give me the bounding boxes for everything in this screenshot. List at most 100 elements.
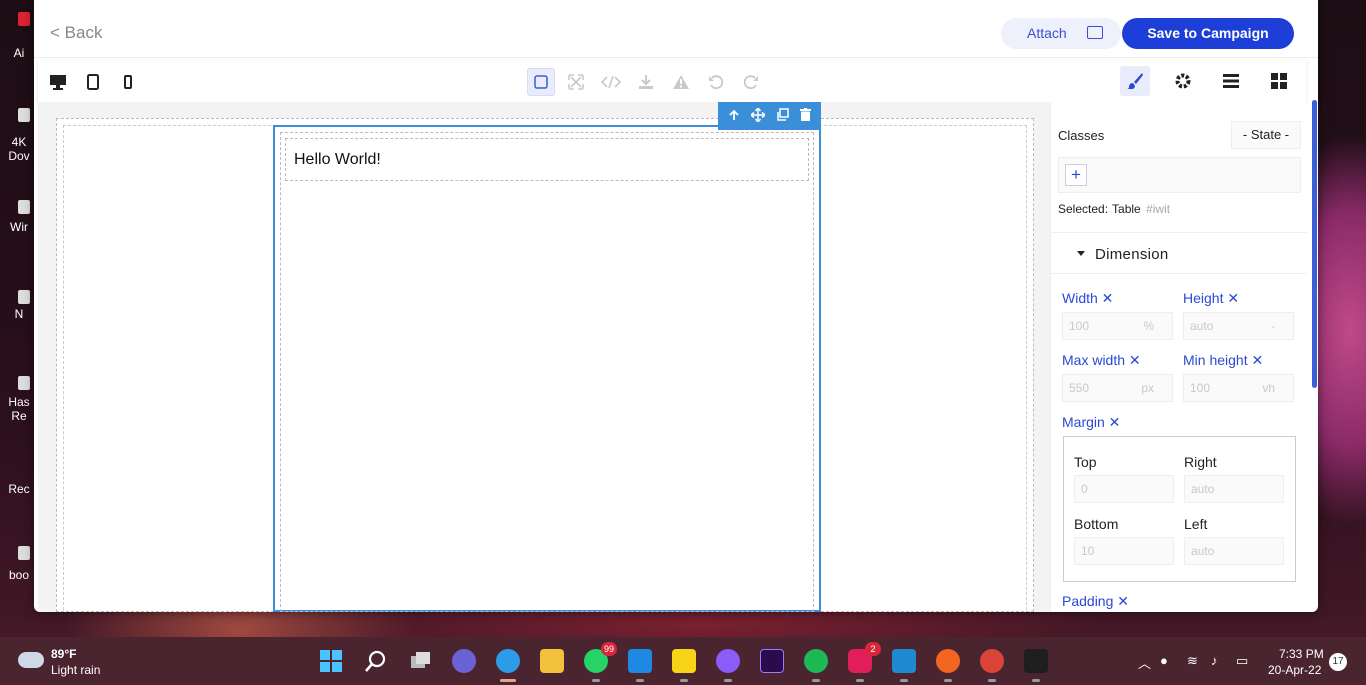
back-link[interactable]: < Back [50, 23, 102, 43]
margin-bottom-label: Bottom [1074, 516, 1119, 532]
postman-icon[interactable] [936, 649, 960, 682]
height-unit[interactable]: - [1271, 313, 1275, 339]
search-icon[interactable] [364, 649, 388, 673]
clock-time[interactable]: 7:33 PM [1279, 647, 1324, 661]
min-height-unit[interactable]: vh [1262, 375, 1275, 401]
sticky-notes-icon[interactable] [672, 649, 696, 682]
whatsapp-icon[interactable]: 99 [584, 642, 617, 682]
desktop-icon-label[interactable]: N [4, 307, 34, 321]
file-explorer-icon[interactable] [540, 649, 564, 673]
classes-container: + [1058, 157, 1301, 193]
margin-bottom-input[interactable]: 10 [1074, 537, 1174, 565]
margin-left-label: Left [1184, 516, 1208, 532]
move-icon[interactable] [750, 107, 766, 125]
clock-date[interactable]: 20-Apr-22 [1268, 663, 1321, 677]
margin-top-input[interactable]: 0 [1074, 475, 1174, 503]
margin-left-input[interactable]: auto [1184, 537, 1284, 565]
max-width-value: 550 [1069, 381, 1090, 395]
github-icon[interactable] [716, 649, 740, 682]
undo-icon[interactable] [702, 68, 730, 96]
editor-canvas[interactable]: Hello World! [38, 102, 1050, 612]
attach-label: Attach [1027, 25, 1067, 41]
wifi-icon[interactable]: ≋ [1187, 653, 1198, 669]
download-icon[interactable] [632, 68, 660, 96]
margin-right-input[interactable]: auto [1184, 475, 1284, 503]
table-cell[interactable] [280, 132, 814, 612]
margin-box: Top 0 Right auto Bottom 10 Left auto [1063, 436, 1296, 582]
width-input[interactable]: 100 % [1062, 312, 1173, 340]
layer-manager-icon[interactable] [1216, 66, 1246, 96]
desktop-icon-label[interactable]: Wir [4, 220, 34, 234]
desktop-file-icon[interactable] [18, 376, 30, 390]
settings-gear-icon[interactable] [1168, 66, 1198, 96]
width-label[interactable]: Width ✕ [1062, 290, 1113, 307]
battery-icon[interactable]: ▭ [1236, 653, 1248, 669]
warning-icon[interactable] [667, 68, 695, 96]
windows-start-icon[interactable] [319, 649, 343, 673]
weather-condition[interactable]: Light rain [51, 663, 100, 677]
save-to-campaign-button[interactable]: Save to Campaign [1122, 18, 1294, 49]
volume-icon[interactable]: ♪ [1211, 653, 1218, 668]
attach-button[interactable]: Attach [1001, 18, 1121, 49]
text-block[interactable]: Hello World! [285, 138, 809, 181]
clone-icon[interactable] [776, 108, 789, 124]
premiere-pro-icon[interactable] [760, 649, 784, 673]
chrome-icon[interactable] [980, 649, 1004, 682]
notification-count[interactable]: 17 [1329, 653, 1347, 671]
figma-icon[interactable] [1024, 649, 1048, 682]
width-value: 100 [1069, 319, 1090, 333]
vscode-icon[interactable] [892, 649, 916, 682]
desktop-icon-label[interactable]: Has Re [4, 395, 34, 423]
max-width-label[interactable]: Max width ✕ [1062, 352, 1141, 369]
weather-temperature[interactable]: 89°F [51, 647, 76, 661]
selected-component-name: Table [1112, 202, 1141, 216]
blocks-grid-icon[interactable] [1264, 66, 1294, 96]
height-input[interactable]: auto - [1183, 312, 1294, 340]
chevron-up-icon[interactable]: ︿ [1138, 653, 1151, 672]
desktop-file-icon[interactable] [18, 290, 30, 304]
width-unit[interactable]: % [1143, 313, 1154, 339]
margin-top-label: Top [1074, 454, 1097, 470]
panel-scrollbar[interactable] [1312, 100, 1317, 388]
code-view-icon[interactable] [597, 68, 625, 96]
slack-icon[interactable]: 2 [848, 642, 881, 682]
slack-badge: 2 [865, 642, 881, 656]
mail-icon[interactable] [628, 649, 652, 682]
redo-icon[interactable] [737, 68, 765, 96]
desktop-file-icon[interactable] [18, 108, 30, 122]
whatsapp-badge: 99 [601, 642, 617, 656]
edge-browser-icon[interactable] [496, 649, 520, 682]
classes-label: Classes [1058, 128, 1105, 143]
select-parent-arrow-icon[interactable] [728, 109, 740, 124]
meet-now-icon[interactable]: ● [1160, 653, 1168, 668]
min-height-label[interactable]: Min height ✕ [1183, 352, 1263, 369]
max-width-input[interactable]: 550 px [1062, 374, 1173, 402]
desktop-icon-label[interactable]: Ai [4, 46, 34, 60]
desktop-app-icon[interactable] [18, 12, 30, 26]
show-borders-icon[interactable] [527, 68, 555, 96]
fullscreen-icon[interactable] [562, 68, 590, 96]
desktop-file-icon[interactable] [18, 200, 30, 214]
desktop-view-icon[interactable] [44, 68, 72, 96]
mobile-view-icon[interactable] [114, 68, 142, 96]
teams-chat-icon[interactable] [452, 649, 476, 673]
cloud-rain-icon[interactable] [18, 652, 44, 668]
style-manager-brush-icon[interactable] [1120, 66, 1150, 96]
spotify-icon[interactable] [804, 649, 828, 682]
min-height-input[interactable]: 100 vh [1183, 374, 1294, 402]
desktop-file-icon[interactable] [18, 546, 30, 560]
padding-label[interactable]: Padding ✕ [1062, 593, 1129, 610]
delete-trash-icon[interactable] [800, 108, 812, 124]
task-view-icon[interactable] [408, 649, 432, 673]
margin-label[interactable]: Margin ✕ [1062, 414, 1120, 431]
desktop-icon-label[interactable]: 4K Dov [4, 135, 34, 163]
max-width-unit[interactable]: px [1141, 375, 1154, 401]
add-class-button[interactable]: + [1065, 164, 1087, 186]
height-label[interactable]: Height ✕ [1183, 290, 1239, 307]
desktop-icon-label[interactable]: Rec [4, 482, 34, 496]
tablet-view-icon[interactable] [79, 68, 107, 96]
dimension-sector-header[interactable]: Dimension [1051, 232, 1307, 274]
caret-down-icon [1077, 251, 1085, 256]
desktop-icon-label[interactable]: boo [4, 568, 34, 582]
state-select[interactable]: - State - [1231, 121, 1301, 149]
